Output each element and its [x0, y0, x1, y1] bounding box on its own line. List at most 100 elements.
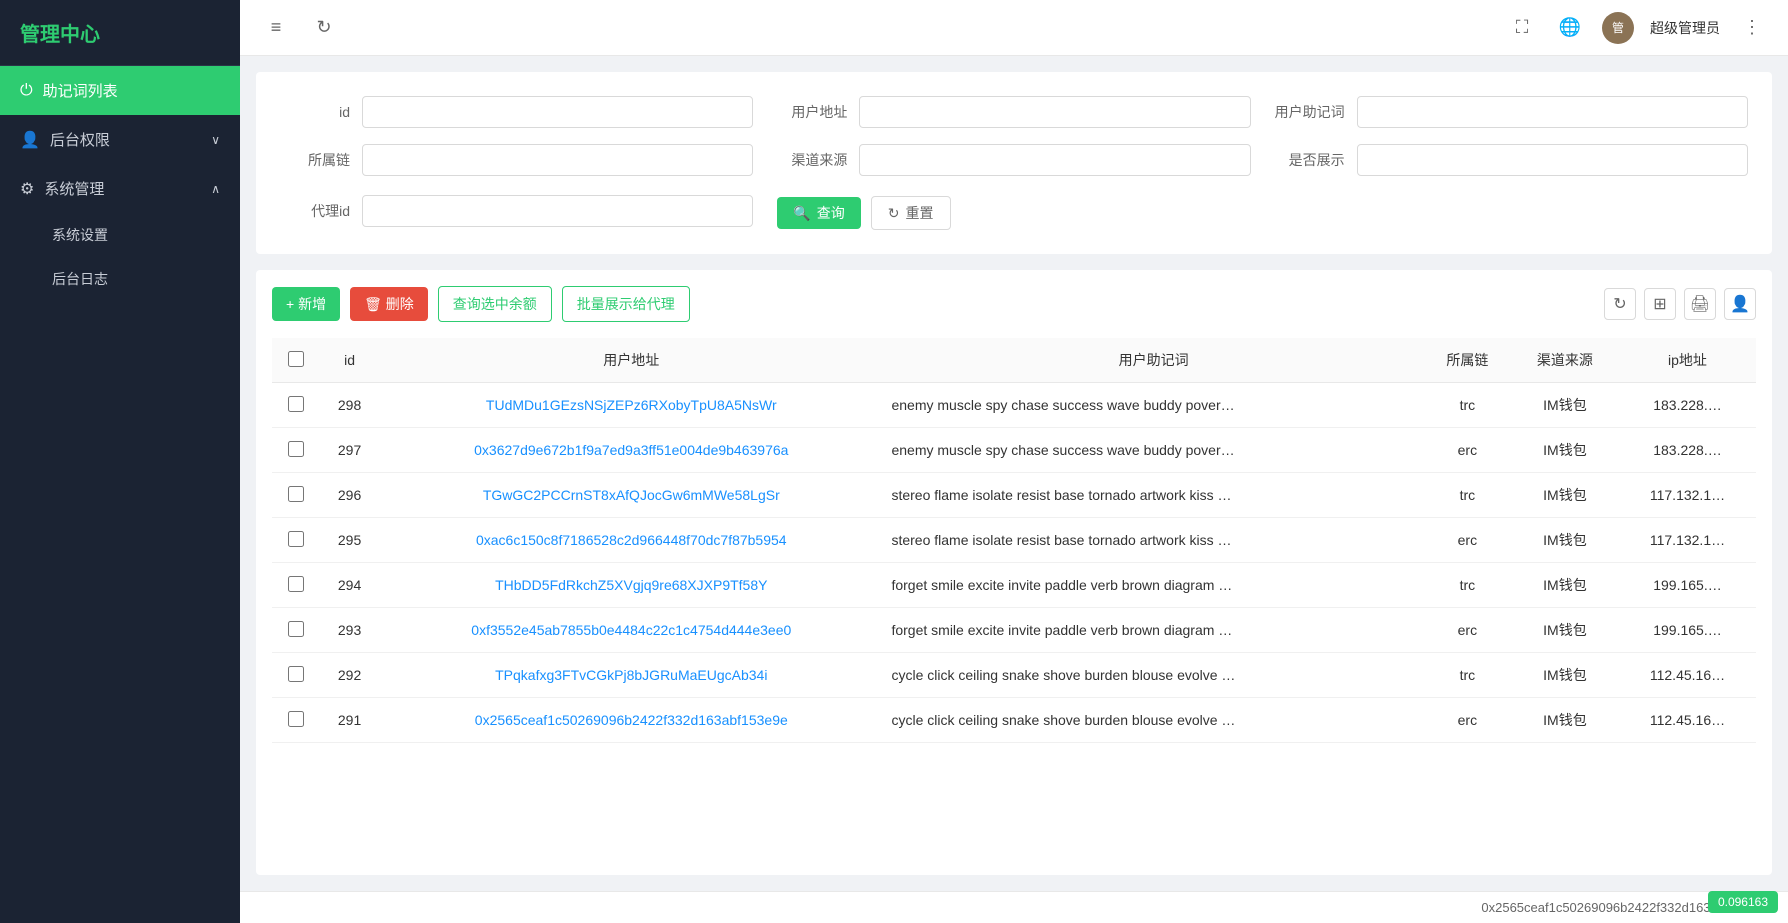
row-checkbox[interactable] [288, 711, 304, 727]
avatar: 管 [1602, 12, 1634, 44]
row-checkbox[interactable] [288, 666, 304, 682]
row-address: TGwGC2PCCrnST8xAfQJocGw6mMWe58LgSr [379, 473, 883, 518]
row-ip: 183.228.… [1619, 428, 1756, 473]
table-row: 295 0xac6c150c8f7186528c2d966448f70dc7f8… [272, 518, 1756, 563]
search-icon: 🔍 [793, 205, 810, 222]
reset-button-label: 重置 [906, 203, 934, 223]
refresh-button[interactable]: ↻ [308, 12, 340, 44]
address-link[interactable]: TGwGC2PCCrnST8xAfQJocGw6mMWe58LgSr [483, 487, 780, 503]
table-header-checkbox [272, 338, 320, 383]
add-button-label: + 新增 [286, 296, 326, 312]
filter-card: id 用户地址 用户助记词 所属链 渠道来源 [256, 72, 1772, 254]
reset-button[interactable]: ↻ 重置 [871, 196, 951, 230]
row-mnemonic: cycle click ceiling snake shove burden b… [883, 653, 1423, 698]
row-id: 292 [320, 653, 379, 698]
more-button[interactable]: ⋮ [1736, 12, 1768, 44]
print-button[interactable]: 🖨 [1684, 288, 1716, 320]
row-chain: trc [1424, 473, 1511, 518]
batch-show-button[interactable]: 批量展示给代理 [562, 286, 690, 322]
filter-actions: 🔍 查询 ↻ 重置 [777, 196, 1748, 230]
row-checkbox[interactable] [288, 486, 304, 502]
address-link[interactable]: 0xac6c150c8f7186528c2d966448f70dc7f87b59… [476, 532, 787, 548]
query-balance-button[interactable]: 查询选中余额 [438, 286, 552, 322]
row-checkbox[interactable] [288, 531, 304, 547]
filter-address-row: 用户地址 [777, 96, 1250, 128]
table-row: 294 THbDD5FdRkchZ5XVgjq9re68XJXP9Tf58Y f… [272, 563, 1756, 608]
submenu-item-label: 系统设置 [52, 225, 108, 245]
filter-channel-input[interactable] [859, 144, 1250, 176]
query-balance-label: 查询选中余额 [453, 296, 537, 312]
address-link[interactable]: 0x3627d9e672b1f9a7ed9a3ff51e004de9b46397… [474, 442, 788, 458]
row-checkbox-cell [272, 653, 320, 698]
main-content: ≡ ↻ ⛶ 🌐 管 超级管理员 ⋮ [240, 0, 1788, 923]
add-button[interactable]: + 新增 [272, 287, 340, 321]
filter-mnemonic-row: 用户助记词 [1275, 96, 1748, 128]
submenu-item-label: 后台日志 [52, 269, 108, 289]
language-button[interactable]: 🌐 [1554, 12, 1586, 44]
sidebar: 管理中心 ⏻ 助记词列表 👤 后台权限 ∨ ⚙ 系统管理 ∧ 系统设置 后台日志 [0, 0, 240, 923]
filter-show-row: 是否展示 [1275, 144, 1748, 176]
filter-address-input[interactable] [859, 96, 1250, 128]
chevron-down-icon: ∨ [211, 133, 220, 147]
row-address: 0xac6c150c8f7186528c2d966448f70dc7f87b59… [379, 518, 883, 563]
address-link[interactable]: TUdMDu1GEzsNSjZEPz6RXobyTpU8A5NsWr [486, 397, 777, 413]
table-col-chain: 所属链 [1424, 338, 1511, 383]
filter-agent-row: 代理id [280, 192, 753, 230]
row-checkbox[interactable] [288, 576, 304, 592]
filter-show-input[interactable] [1357, 144, 1748, 176]
address-link[interactable]: 0x2565ceaf1c50269096b2422f332d163abf153e… [475, 712, 788, 728]
fullscreen-button[interactable]: ⛶ [1506, 12, 1538, 44]
row-id: 298 [320, 383, 379, 428]
row-id: 294 [320, 563, 379, 608]
row-ip: 199.165.… [1619, 563, 1756, 608]
table-col-ip: ip地址 [1619, 338, 1756, 383]
topbar: ≡ ↻ ⛶ 🌐 管 超级管理员 ⋮ [240, 0, 1788, 56]
row-ip: 117.132.1… [1619, 473, 1756, 518]
sidebar-item-backend-auth[interactable]: 👤 后台权限 ∨ [0, 115, 240, 164]
filter-chain-input[interactable] [362, 144, 753, 176]
row-ip: 117.132.1… [1619, 518, 1756, 563]
select-all-checkbox[interactable] [288, 351, 304, 367]
sidebar-item-system-manage[interactable]: ⚙ 系统管理 ∧ [0, 164, 240, 213]
table-toolbar: + 新增 🗑 删除 查询选中余额 批量展示给代理 ↻ ⊞ [272, 286, 1756, 322]
row-checkbox-cell [272, 428, 320, 473]
refresh-table-button[interactable]: ↻ [1604, 288, 1636, 320]
sidebar-item-mnemonic-list[interactable]: ⏻ 助记词列表 [0, 66, 240, 115]
row-channel: IM钱包 [1511, 428, 1619, 473]
row-checkbox-cell [272, 518, 320, 563]
row-ip: 199.165.… [1619, 608, 1756, 653]
search-button[interactable]: 🔍 查询 [777, 197, 860, 229]
menu-toggle-button[interactable]: ≡ [260, 12, 292, 44]
row-mnemonic: cycle click ceiling snake shove burden b… [883, 698, 1423, 743]
table-col-mnemonic: 用户助记词 [883, 338, 1423, 383]
table-card: + 新增 🗑 删除 查询选中余额 批量展示给代理 ↻ ⊞ [256, 270, 1772, 875]
sidebar-submenu-system-settings[interactable]: 系统设置 [0, 213, 240, 257]
row-ip: 183.228.… [1619, 383, 1756, 428]
search-button-label: 查询 [817, 203, 845, 223]
row-mnemonic: forget smile excite invite paddle verb b… [883, 608, 1423, 653]
row-checkbox[interactable] [288, 396, 304, 412]
row-id: 293 [320, 608, 379, 653]
filter-mnemonic-input[interactable] [1357, 96, 1748, 128]
print-icon: 🖨 [1690, 294, 1710, 314]
row-id: 295 [320, 518, 379, 563]
row-checkbox-cell [272, 473, 320, 518]
delete-button[interactable]: 🗑 删除 [350, 287, 428, 321]
address-link[interactable]: 0xf3552e45ab7855b0e4484c22c1c4754d444e3e… [471, 622, 791, 638]
filter-id-input[interactable] [362, 96, 753, 128]
row-chain: trc [1424, 563, 1511, 608]
address-link[interactable]: THbDD5FdRkchZ5XVgjq9re68XJXP9Tf58Y [495, 577, 767, 593]
data-table: id 用户地址 用户助记词 所属链 渠道来源 ip地址 298 TUdMDu1G… [272, 338, 1756, 743]
toolbar-right: ↻ ⊞ 🖨 👤 [1604, 288, 1756, 320]
sidebar-submenu-backend-log[interactable]: 后台日志 [0, 257, 240, 301]
row-checkbox[interactable] [288, 441, 304, 457]
column-settings-button[interactable]: ⊞ [1644, 288, 1676, 320]
row-checkbox[interactable] [288, 621, 304, 637]
export-button[interactable]: 👤 [1724, 288, 1756, 320]
filter-id-label: id [280, 104, 350, 120]
address-link[interactable]: TPqkafxg3FTvCGkPj8bJGRuMaEUgcAb34i [495, 667, 767, 683]
table-body: 298 TUdMDu1GEzsNSjZEPz6RXobyTpU8A5NsWr e… [272, 383, 1756, 743]
row-chain: trc [1424, 653, 1511, 698]
filter-agent-input[interactable] [362, 195, 753, 227]
row-address: TUdMDu1GEzsNSjZEPz6RXobyTpU8A5NsWr [379, 383, 883, 428]
